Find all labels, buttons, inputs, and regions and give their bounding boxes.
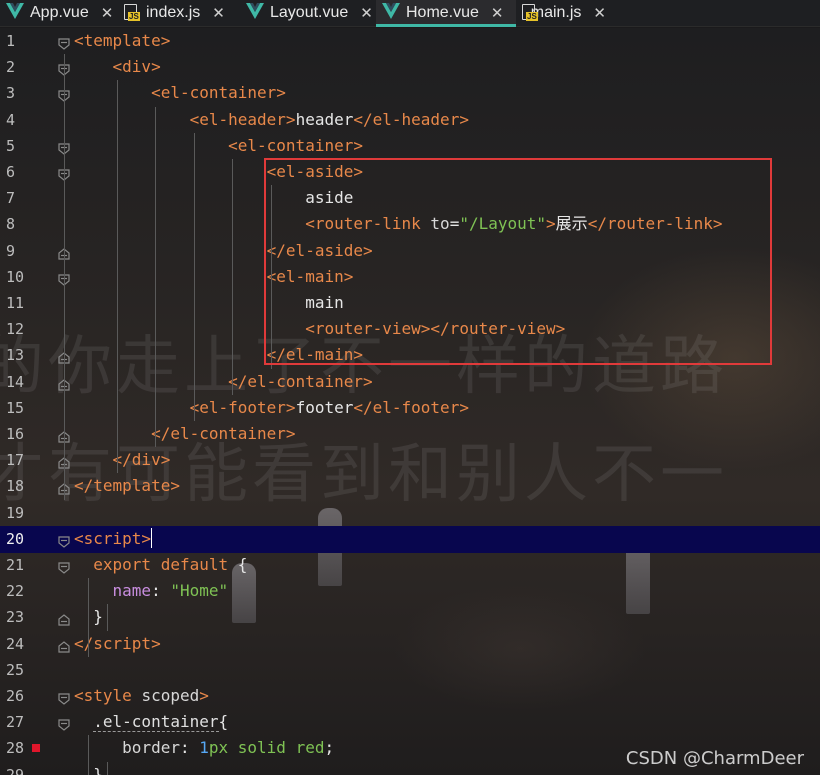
tab-layout-vue[interactable]: Layout.vue ✕ [240, 0, 376, 26]
code-line[interactable]: export default { [74, 552, 247, 578]
line-number: 22 [6, 582, 25, 601]
line-number: 8 [6, 215, 16, 234]
line-number: 12 [6, 320, 25, 339]
line-number: 5 [6, 136, 16, 155]
tab-label: main.js [530, 4, 582, 21]
indent-guide [106, 761, 108, 775]
js-file-icon: JS [124, 4, 140, 22]
indent-guide [64, 54, 65, 500]
line-number: 11 [6, 294, 25, 312]
line-number: 6 [6, 163, 16, 181]
close-icon[interactable]: ✕ [212, 4, 225, 22]
color-preview-marker [32, 744, 40, 753]
line-number: 9 [6, 241, 16, 260]
code-line[interactable]: </div> [74, 447, 171, 473]
line-number: 3 [6, 84, 16, 103]
indent-guide [193, 132, 195, 421]
line-number: 16 [6, 425, 25, 443]
tab-home-vue[interactable]: Home.vue ✕ [376, 0, 516, 27]
close-icon[interactable]: ✕ [593, 4, 606, 22]
tab-label: Layout.vue [270, 4, 349, 21]
line-number: 17 [6, 451, 25, 470]
line-number: 4 [6, 110, 16, 129]
code-line[interactable]: <style scoped> [74, 683, 209, 709]
highlight-annotation-box [264, 158, 772, 365]
tab-label: Home.vue [406, 4, 479, 21]
fold-start-icon[interactable] [58, 716, 70, 731]
line-number: 20 [6, 529, 25, 548]
code-line[interactable]: <template> [74, 28, 170, 54]
line-number: 28 [6, 739, 25, 758]
fold-start-icon[interactable] [58, 533, 70, 548]
indent-guide [155, 106, 157, 448]
code-line[interactable]: <div> [74, 54, 161, 80]
code-line[interactable]: <el-header>header</el-header> [74, 107, 469, 133]
vue-icon [246, 2, 264, 24]
close-icon[interactable]: ✕ [360, 4, 373, 22]
indent-guide [106, 604, 108, 631]
editor-tab-bar: App.vue ✕ JS index.js ✕ Layout.vue ✕ Home.vue ✕ J… [0, 0, 820, 27]
tab-label: App.vue [30, 4, 89, 21]
code-line[interactable]: </el-container> [74, 369, 373, 395]
line-number: 29 [6, 765, 25, 775]
tab-index-js[interactable]: JS index.js ✕ [118, 0, 240, 26]
line-number: 25 [6, 660, 25, 679]
indent-guide [87, 578, 89, 657]
js-file-icon: JS [522, 4, 538, 22]
code-line[interactable]: </el-container> [74, 421, 296, 447]
line-number: 24 [6, 634, 25, 653]
line-number: 13 [6, 346, 25, 365]
vue-icon [382, 2, 400, 24]
code-line[interactable]: </template> [74, 473, 180, 499]
code-line[interactable]: border: 1px solid red; [74, 735, 334, 761]
line-number-gutter: 1 2 3 4 5 6 7 8 9 10 11 12 13 14 15 16 17 18 19 20 21 22 23 24 2… [0, 28, 70, 775]
close-icon[interactable]: ✕ [101, 4, 114, 22]
line-number: 1 [6, 32, 16, 50]
line-number: 15 [6, 398, 25, 417]
line-number: 23 [6, 608, 25, 627]
tab-app-vue[interactable]: App.vue ✕ [0, 0, 118, 26]
code-editor[interactable]: 的你走上了不一样的道路 才有可能看到和别人不一 1 2 3 4 5 6 7 8 9 10 11 12 1… [0, 28, 820, 775]
fold-end-icon[interactable] [58, 638, 70, 653]
fold-end-icon[interactable] [58, 611, 70, 626]
fold-start-icon[interactable] [58, 35, 70, 50]
fold-start-icon[interactable] [58, 559, 70, 574]
line-number: 26 [6, 687, 25, 705]
line-number: 19 [6, 503, 25, 522]
code-line[interactable]: name: "Home" [74, 578, 229, 604]
code-line[interactable]: .el-container{ [74, 709, 228, 735]
indent-guide [232, 159, 234, 395]
code-line[interactable]: <script> [74, 526, 153, 552]
line-number: 10 [6, 267, 25, 286]
line-number: 18 [6, 477, 25, 496]
indent-guide [87, 735, 89, 775]
line-number: 14 [6, 372, 25, 391]
tab-main-js[interactable]: JS main.js ✕ [516, 0, 614, 26]
line-number: 2 [6, 58, 16, 77]
code-line[interactable]: <el-container> [74, 80, 286, 106]
author-credit: CSDN @CharmDeer [625, 748, 804, 769]
indent-guide [116, 80, 118, 474]
vue-icon [6, 2, 24, 24]
close-icon[interactable]: ✕ [491, 4, 504, 22]
line-number: 27 [6, 713, 25, 732]
tab-label: index.js [146, 4, 201, 21]
fold-start-icon[interactable] [58, 690, 70, 705]
line-number: 7 [6, 189, 16, 208]
line-number: 21 [6, 556, 25, 574]
code-line[interactable]: <el-footer>footer</el-footer> [74, 395, 469, 421]
